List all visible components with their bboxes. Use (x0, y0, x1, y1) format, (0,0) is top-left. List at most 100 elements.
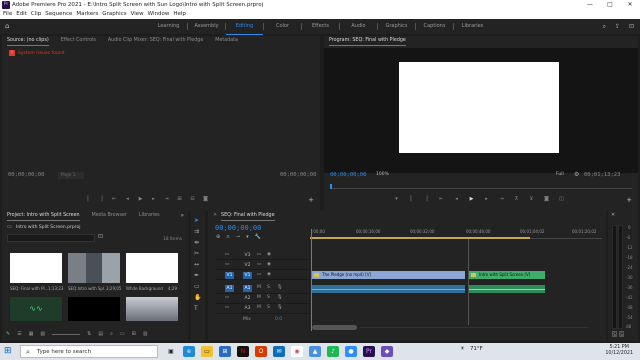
new-item-icon[interactable]: ⊞ (132, 328, 136, 340)
mail-icon[interactable]: ✉ (273, 346, 285, 357)
thumbnail-photo[interactable] (126, 297, 178, 321)
comparison-view-icon[interactable]: ◫ (559, 196, 564, 202)
solo-left-button[interactable]: S (612, 331, 617, 337)
source-timecode-left[interactable]: 00;00;00;00 (8, 172, 44, 178)
track-select-icon[interactable]: ⇉ (194, 228, 201, 235)
menu-graphics[interactable]: Graphics (102, 10, 126, 19)
snap-icon[interactable]: ∩ (226, 234, 230, 240)
search-icon[interactable]: ⌕ (603, 19, 606, 34)
settings-icon[interactable]: ⚙ (574, 171, 579, 178)
timeline-settings-icon[interactable]: 🔧 (255, 234, 261, 240)
program-timecode[interactable]: 00;00;00;00 (330, 172, 366, 178)
track-header-v1[interactable]: V1 V1 ▭ ◉ (215, 271, 310, 280)
notifications-icon[interactable]: ⊡ (629, 19, 634, 34)
track-header-a2[interactable]: ▭ A2 M S 🎙 (215, 294, 310, 304)
microphone-icon[interactable]: 🎙 (277, 285, 283, 290)
menu-edit[interactable]: Edit (16, 10, 27, 19)
mute-icon[interactable]: M (257, 285, 261, 290)
mark-in-icon[interactable]: ⎢ (409, 196, 414, 202)
play-icon[interactable]: ▶ (469, 196, 474, 202)
mark-out-icon[interactable]: ⎥ (99, 196, 104, 202)
workspace-color[interactable]: Color (264, 19, 301, 35)
razor-icon[interactable]: ✂ (194, 250, 201, 257)
thumbnail-black[interactable] (68, 297, 120, 321)
toggle-sync-lock-icon[interactable]: ▭ (225, 305, 229, 310)
playhead-line[interactable] (311, 229, 312, 331)
toggle-sync-lock-icon[interactable]: ▭ (225, 262, 229, 267)
new-bin-icon[interactable]: ▭ (120, 328, 125, 340)
nest-icon[interactable]: ⊕ (216, 234, 220, 240)
office-icon[interactable]: O (255, 346, 267, 357)
menu-sequence[interactable]: Sequence (45, 10, 72, 19)
timeline-timecode[interactable]: 00;00;00;00 (215, 224, 261, 232)
eye-icon[interactable]: ◉ (267, 262, 271, 267)
close-sequence-icon[interactable]: ✕ (213, 211, 217, 221)
extract-icon[interactable]: ⊻ (529, 196, 534, 202)
go-to-out-icon[interactable]: ⇥ (499, 196, 504, 202)
timeline-scrollbar[interactable] (312, 325, 357, 330)
new-bin-from-search-icon[interactable]: ⊡ (98, 233, 103, 240)
thumbnail-audio[interactable]: ∿∿ (10, 297, 62, 321)
expand-icon[interactable]: » (180, 212, 184, 219)
menu-window[interactable]: Window (148, 10, 170, 19)
menu-view[interactable]: View (131, 10, 144, 19)
microphone-icon[interactable]: 🎙 (277, 305, 283, 310)
linked-selection-icon[interactable]: ⊸ (236, 234, 240, 240)
zoom-icon[interactable]: ● (345, 346, 357, 357)
task-view-icon[interactable]: ▣ (165, 346, 177, 357)
weather-icon[interactable]: ☀ (460, 346, 465, 352)
tab-metadata[interactable]: Metadata (215, 36, 238, 46)
toggle-output-icon[interactable]: ▭ (257, 272, 261, 277)
windows-start-icon[interactable]: ⊞ (4, 347, 13, 356)
app-icon[interactable]: ◆ (381, 346, 393, 357)
mute-icon[interactable]: M (257, 295, 261, 300)
add-button-icon[interactable]: + (308, 196, 314, 204)
mute-icon[interactable]: M (257, 305, 261, 310)
store-icon[interactable]: ⊞ (219, 346, 231, 357)
go-to-in-icon[interactable]: ⇤ (112, 196, 117, 202)
toggle-sync-lock-icon[interactable]: ▭ (225, 252, 229, 257)
video-clip[interactable]: The Pledge (no mp4) [V] (312, 271, 465, 279)
source-patch-v1[interactable]: V1 (225, 272, 234, 279)
workspace-effects[interactable]: Effects (302, 19, 339, 35)
track-header-a3[interactable]: ▭ A3 M S 🎙 (215, 304, 310, 314)
minimize-button[interactable]: — (580, 0, 600, 10)
playhead-marker[interactable] (330, 184, 332, 189)
workspace-libraries[interactable]: Libraries (454, 19, 491, 35)
page-select[interactable]: Page 1 (58, 172, 84, 179)
eye-icon[interactable]: ◉ (267, 272, 271, 277)
toggle-sync-lock-icon[interactable]: ▭ (225, 295, 229, 300)
close-button[interactable]: ✕ (620, 0, 640, 10)
tab-libraries[interactable]: Libraries (139, 211, 160, 221)
meters-close-icon[interactable]: ✕ (611, 212, 615, 218)
zoom-select[interactable]: 100% (376, 172, 389, 177)
menu-help[interactable]: Help (173, 10, 186, 19)
tab-source[interactable]: Source: (no clips) (7, 36, 49, 46)
automate-icon[interactable]: ▤ (98, 328, 103, 340)
taskbar-clock[interactable]: 5:21 PM 10/12/2021 (605, 345, 633, 357)
thumbnail-white-background[interactable] (126, 253, 178, 283)
track-header-v3[interactable]: ▭ V3 ▭ ◉ (215, 251, 310, 260)
mark-in-icon[interactable]: ⎢ (86, 196, 91, 202)
weather-temp[interactable]: 71°F (470, 346, 483, 352)
workspace-captions[interactable]: Captions (416, 19, 453, 35)
lift-icon[interactable]: ⊼ (514, 196, 519, 202)
tab-effect-controls[interactable]: Effect Controls (61, 36, 96, 46)
timeline-ruler[interactable]: :00;00 00;00;16;00 00;00;32;00 00;00;48;… (310, 229, 602, 239)
menu-markers[interactable]: Markers (76, 10, 98, 19)
find-icon[interactable]: ⌕ (110, 328, 113, 340)
solo-icon[interactable]: S (267, 305, 270, 310)
ripple-edit-icon[interactable]: ⇹ (194, 239, 201, 246)
freeform-view-icon[interactable]: ▧ (40, 328, 45, 340)
audio-clip[interactable] (469, 285, 545, 293)
quality-select[interactable]: Full (556, 172, 564, 177)
thumbnail-seq-final[interactable] (10, 253, 62, 283)
audio-clip[interactable] (312, 285, 465, 293)
play-icon[interactable]: ▶ (138, 196, 143, 202)
type-icon[interactable]: T (194, 305, 201, 312)
home-icon[interactable]: ⌂ (5, 23, 12, 30)
eye-icon[interactable]: ◉ (267, 252, 271, 257)
solo-icon[interactable]: S (267, 295, 270, 300)
track-header-mix[interactable]: Mix 0.0 (215, 316, 310, 325)
workspace-assembly[interactable]: Assembly (188, 19, 225, 35)
